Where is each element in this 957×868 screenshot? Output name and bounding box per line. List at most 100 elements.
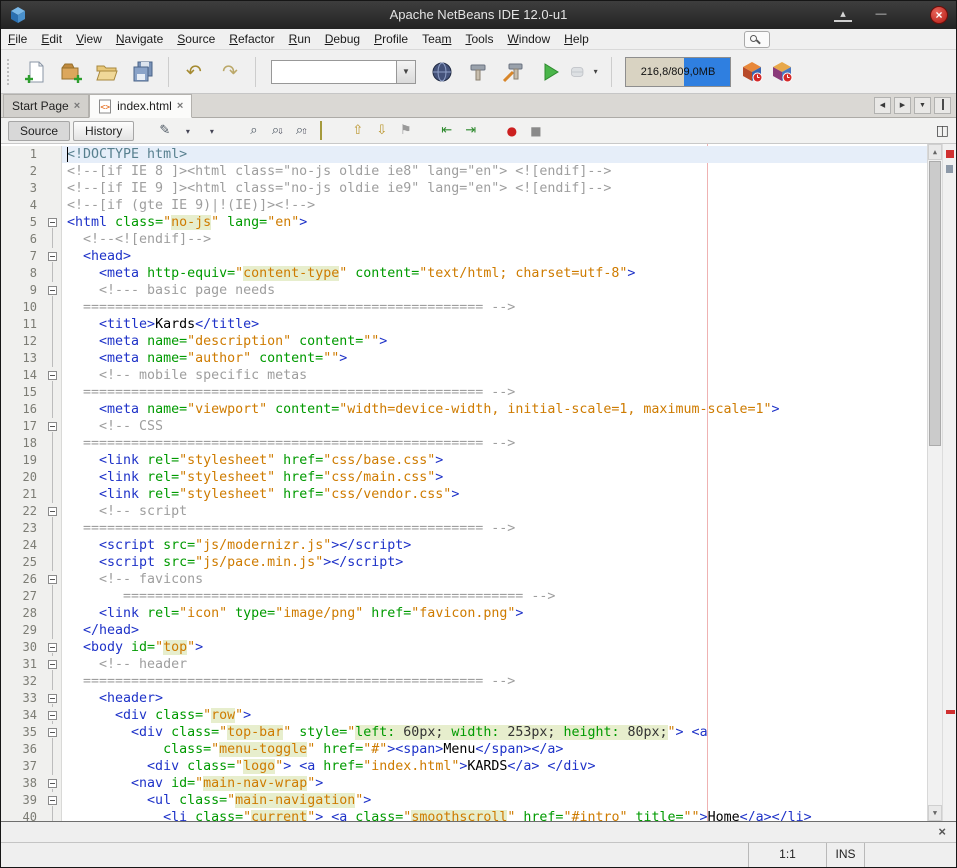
- fold-toggle[interactable]: [45, 639, 62, 656]
- search-icon: ⌕: [250, 123, 257, 138]
- menu-profile[interactable]: Profile: [367, 29, 415, 49]
- close-tab-icon[interactable]: ×: [74, 100, 80, 112]
- redo-button[interactable]: ↷: [212, 53, 248, 91]
- toolbar-grip[interactable]: [7, 59, 13, 85]
- scroll-tabs-right-button[interactable]: ▶: [894, 97, 911, 114]
- project-config-combo[interactable]: ▼: [271, 60, 416, 84]
- scrollbar-thumb[interactable]: [929, 161, 941, 446]
- shade-window-button[interactable]: ▴: [834, 8, 852, 22]
- menu-team[interactable]: Team: [415, 29, 458, 49]
- editor-lines[interactable]: 1<!DOCTYPE html>2<!--[if IE 8 ]><html cl…: [1, 144, 927, 821]
- menu-tools[interactable]: Tools: [458, 29, 500, 49]
- fold-toggle[interactable]: [45, 248, 62, 265]
- tab-start-page[interactable]: Start Page ×: [3, 94, 89, 117]
- undo-button[interactable]: ↶: [176, 53, 212, 91]
- menu-source[interactable]: Source: [170, 29, 222, 49]
- find-selection-button[interactable]: ⌕: [243, 123, 264, 138]
- open-project-button[interactable]: [89, 53, 125, 91]
- quick-search[interactable]: [744, 31, 770, 48]
- line-number: 38: [1, 775, 45, 792]
- toggle-bookmark-button[interactable]: ⚑: [395, 123, 416, 138]
- code-text: <link rel="stylesheet" href="css/base.cs…: [62, 452, 927, 469]
- code-line: 25 <script src="js/pace.min.js"></script…: [1, 554, 927, 571]
- last-edit-position-button[interactable]: ✎: [154, 123, 175, 138]
- chevron-down-icon[interactable]: ▾: [587, 61, 604, 83]
- fold-guide: [45, 673, 62, 690]
- history-view-button[interactable]: History: [73, 121, 134, 141]
- menu-view[interactable]: View: [69, 29, 109, 49]
- run-project-button[interactable]: [532, 53, 568, 91]
- maximize-window-button[interactable]: [934, 97, 951, 114]
- close-button[interactable]: ×: [930, 6, 948, 24]
- find-previous-occurrence-button[interactable]: ⌕⇧: [291, 123, 312, 138]
- build-project-button[interactable]: [460, 53, 496, 91]
- next-bookmark-button[interactable]: ⇩: [371, 123, 392, 138]
- memory-monitor[interactable]: 216,8/809,0MB: [625, 57, 731, 87]
- vertical-scrollbar[interactable]: ▲ ▼: [927, 144, 942, 821]
- new-project-icon: [58, 59, 84, 85]
- fold-toggle[interactable]: [45, 571, 62, 588]
- stripe-marker[interactable]: [946, 165, 953, 173]
- chevron-down-icon[interactable]: ▼: [397, 60, 416, 84]
- code-line: 33 <header>: [1, 690, 927, 707]
- line-number: 22: [1, 503, 45, 520]
- previous-bookmark-button[interactable]: ⇧: [347, 123, 368, 138]
- save-all-button[interactable]: [125, 53, 161, 91]
- menu-run[interactable]: Run: [282, 29, 318, 49]
- minimize-button[interactable]: —: [872, 6, 890, 24]
- debug-project-button[interactable]: ▾: [568, 53, 604, 91]
- fold-guide: [45, 809, 62, 821]
- tab-list-dropdown-button[interactable]: ▼: [914, 97, 931, 114]
- menu-navigate[interactable]: Navigate: [109, 29, 170, 49]
- code-line: 7 <head>: [1, 248, 927, 265]
- fold-guide: [45, 622, 62, 639]
- fold-toggle[interactable]: [45, 724, 62, 741]
- fold-toggle[interactable]: [45, 282, 62, 299]
- fold-toggle[interactable]: [45, 367, 62, 384]
- clean-build-button[interactable]: [496, 53, 532, 91]
- webpreview-button[interactable]: [424, 53, 460, 91]
- start-macro-recording-button[interactable]: ●: [501, 124, 522, 138]
- source-view-button[interactable]: Source: [8, 121, 70, 141]
- fold-toggle[interactable]: [45, 792, 62, 809]
- attach-profiler-button[interactable]: [767, 53, 797, 91]
- title-bar[interactable]: Apache NetBeans IDE 12.0-u1 ▴ — ×: [1, 1, 956, 29]
- close-tab-icon[interactable]: ×: [177, 100, 183, 112]
- scroll-up-button[interactable]: ▲: [928, 144, 942, 160]
- split-document-button[interactable]: ◫: [936, 122, 949, 139]
- scroll-down-button[interactable]: ▼: [928, 805, 942, 821]
- fold-toggle[interactable]: [45, 690, 62, 707]
- profile-button[interactable]: [737, 53, 767, 91]
- navigate-forward-button[interactable]: ▾: [202, 123, 223, 138]
- new-project-button[interactable]: [53, 53, 89, 91]
- menu-refactor[interactable]: Refactor: [222, 29, 281, 49]
- shift-line-right-button[interactable]: ⇥: [460, 123, 481, 138]
- menu-help[interactable]: Help: [557, 29, 596, 49]
- window-controls: ▴ — ×: [816, 1, 956, 29]
- menu-file[interactable]: File: [1, 29, 34, 49]
- navigate-back-button[interactable]: ▾: [178, 123, 199, 138]
- stop-macro-recording-button[interactable]: ■: [525, 124, 546, 138]
- fold-toggle[interactable]: [45, 775, 62, 792]
- close-panel-button[interactable]: ×: [938, 824, 946, 840]
- menu-edit[interactable]: Edit: [34, 29, 69, 49]
- fold-toggle[interactable]: [45, 418, 62, 435]
- arrow-up-icon: ⇧: [301, 127, 308, 136]
- tab-index-html[interactable]: <> index.html ×: [89, 94, 192, 118]
- error-mark[interactable]: [946, 710, 955, 714]
- scroll-tabs-left-button[interactable]: ◀: [874, 97, 891, 114]
- fold-toggle[interactable]: [45, 707, 62, 724]
- shift-line-left-button[interactable]: ⇤: [436, 123, 457, 138]
- error-stripe[interactable]: [942, 144, 956, 821]
- menu-window[interactable]: Window: [500, 29, 557, 49]
- fold-toggle[interactable]: [45, 656, 62, 673]
- fold-toggle[interactable]: [45, 214, 62, 231]
- fold-toggle[interactable]: [45, 503, 62, 520]
- new-file-button[interactable]: [17, 53, 53, 91]
- find-next-occurrence-button[interactable]: ⌕⇩: [267, 123, 288, 138]
- toggle-highlight-button[interactable]: [315, 122, 327, 140]
- line-number: 3: [1, 180, 45, 197]
- menu-debug[interactable]: Debug: [318, 29, 367, 49]
- error-mark[interactable]: [946, 150, 954, 158]
- editor[interactable]: 1<!DOCTYPE html>2<!--[if IE 8 ]><html cl…: [1, 144, 956, 821]
